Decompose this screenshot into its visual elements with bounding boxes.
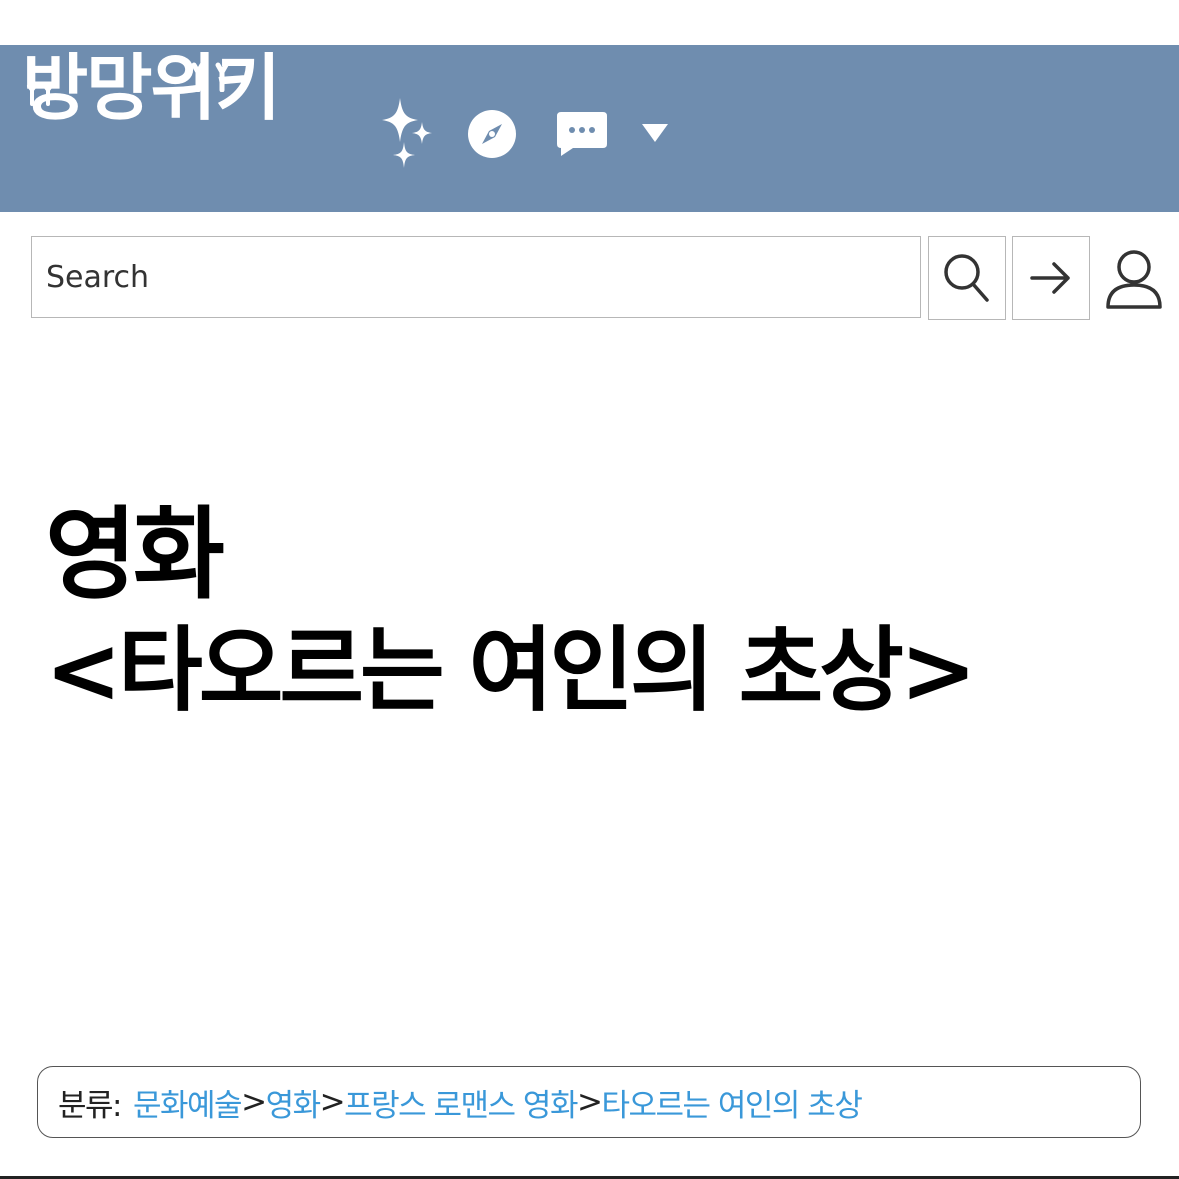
category-link-french-romance-movie[interactable]: 프랑스 로맨스 영화 [344, 1080, 578, 1125]
site-logo[interactable]: 방망위키 [22, 52, 281, 124]
category-separator: > [241, 1084, 267, 1120]
search-bar [0, 235, 1179, 323]
dropdown-arrow-icon[interactable] [640, 120, 670, 146]
site-logo-text: 방망위키 [22, 46, 281, 130]
category-breadcrumb: 분류: 문화예술 > 영화 > 프랑스 로맨스 영화 > 타오르는 여인의 초상 [37, 1066, 1141, 1138]
user-icon [1106, 250, 1162, 309]
arrow-right-icon [1030, 262, 1070, 294]
user-button[interactable] [1100, 243, 1168, 315]
category-separator: > [576, 1084, 603, 1120]
page-title: 영화 <타오르는 여인의 초상> [45, 496, 977, 724]
search-icon [944, 254, 989, 302]
page-title-line2: <타오르는 여인의 초상> [45, 617, 977, 724]
category-label: 분류: [58, 1087, 122, 1124]
search-input[interactable] [31, 236, 921, 318]
search-button[interactable] [928, 236, 1006, 320]
category-link-portrait-of-a-lady-on-fire[interactable]: 타오르는 여인의 초상 [601, 1080, 862, 1125]
compass-icon[interactable] [466, 108, 518, 160]
go-button[interactable] [1012, 236, 1090, 320]
logo-horns-icon [27, 84, 53, 106]
category-link-movie[interactable]: 영화 [266, 1080, 322, 1125]
chat-bubble-icon[interactable] [555, 110, 609, 158]
sparkle-icon[interactable] [378, 96, 436, 170]
category-separator: > [319, 1084, 346, 1120]
logo-dragon-horns-icon [191, 62, 229, 92]
category-link-culture-art[interactable]: 문화예술 [133, 1080, 243, 1125]
page-title-line1: 영화 [45, 496, 225, 613]
